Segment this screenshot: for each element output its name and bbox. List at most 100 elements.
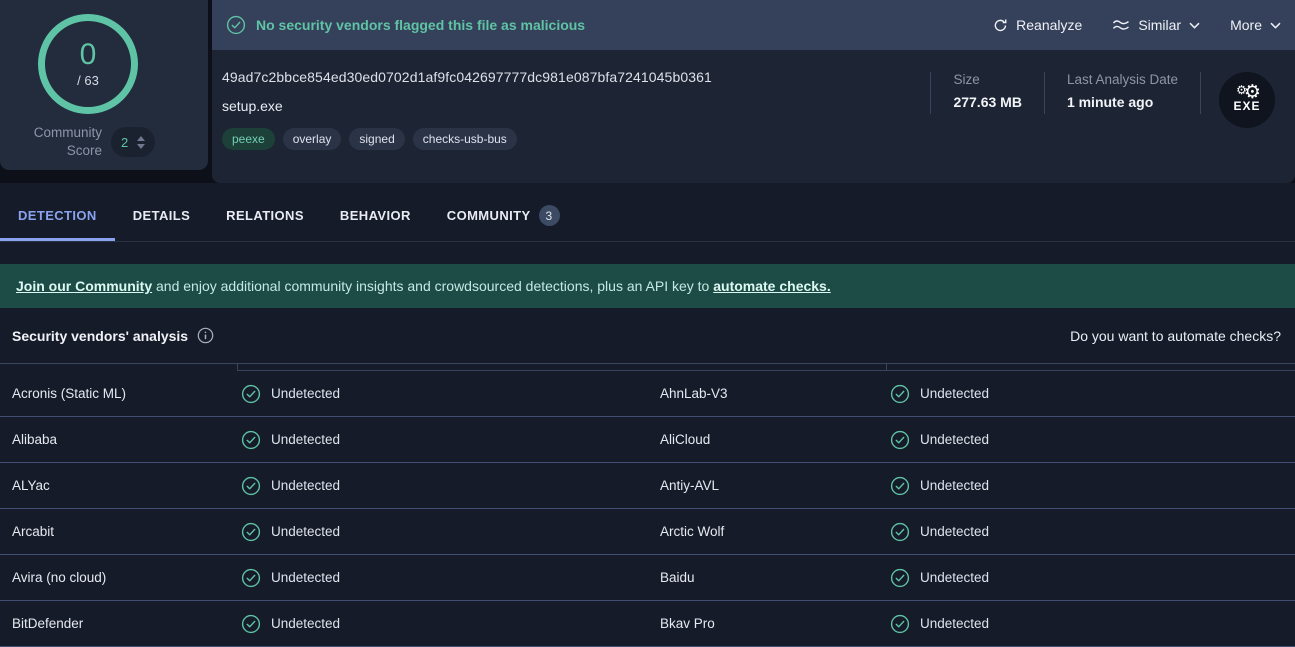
gears-icon: ⚙⚙ [1236,87,1258,98]
tag-overlay[interactable]: overlay [283,128,342,150]
vendor-status: Undetected [886,384,1295,404]
vendor-name: Baidu [648,570,886,585]
community-vote-widget[interactable]: 2 [111,127,155,157]
tag-signed[interactable]: signed [349,128,404,150]
vendor-name: Acronis (Static ML) [0,386,237,401]
check-circle-icon [890,568,910,588]
check-circle-icon [241,522,261,542]
more-label: More [1230,17,1262,33]
last-analysis-label: Last Analysis Date [1067,72,1178,87]
check-circle-icon [890,384,910,404]
table-row: Avira (no cloud) Undetected Baidu Undete… [0,555,1295,601]
vote-count: 2 [121,135,128,150]
last-analysis-value: 1 minute ago [1067,94,1178,110]
file-name: setup.exe [222,98,930,114]
table-row: ALYac Undetected Antiy-AVL Undetected [0,463,1295,509]
file-stats: Size 277.63 MB Last Analysis Date 1 minu… [930,50,1295,183]
analysis-title: Security vendors' analysis [12,328,188,344]
size-stat: Size 277.63 MB [931,72,1043,110]
tab-relations[interactable]: RELATIONS [208,190,322,241]
status-text: Undetected [920,616,989,631]
vendor-status: Undetected [886,476,1295,496]
status-text: Undetected [271,570,340,585]
status-text: Undetected [271,386,340,401]
tab-label: DETECTION [18,208,97,223]
automate-checks-link[interactable]: automate checks. [713,278,831,294]
banner-message: No security vendors flagged this file as… [256,17,585,33]
status-text: Undetected [920,386,989,401]
check-circle-icon [241,430,261,450]
community-banner-text: and enjoy additional community insights … [152,278,713,294]
tab-label: DETAILS [133,208,190,223]
engines-total: / 63 [77,73,99,88]
report-header: 0 / 63 Community Score 2 No sec [0,0,1295,183]
vendor-name: Alibaba [0,432,237,447]
file-hash: 49ad7c2bbce854ed30ed0702d1af9fc042697777… [222,69,930,85]
check-circle-icon [890,522,910,542]
tab-behavior[interactable]: BEHAVIOR [322,190,429,241]
vendor-status: Undetected [237,614,648,634]
tag-checks-usb-bus[interactable]: checks-usb-bus [413,128,517,150]
tab-community[interactable]: COMMUNITY 3 [429,190,578,241]
tab-details[interactable]: DETAILS [115,190,208,241]
last-analysis-stat: Last Analysis Date 1 minute ago [1045,72,1200,110]
status-text: Undetected [271,478,340,493]
community-score-label: Community Score [22,124,102,160]
status-text: Undetected [271,616,340,631]
vote-up-icon[interactable] [137,136,145,141]
community-score-card: 0 / 63 Community Score 2 [0,0,208,170]
vendor-status: Undetected [886,430,1295,450]
vendor-name: Arcabit [0,524,237,539]
tab-label: BEHAVIOR [340,208,411,223]
similar-icon [1112,19,1130,31]
check-circle-icon [241,476,261,496]
similar-label: Similar [1138,17,1181,33]
check-circle-icon [890,614,910,634]
tag-peexe[interactable]: peexe [222,128,275,150]
header-right-column: No security vendors flagged this file as… [212,0,1295,183]
vendor-status: Undetected [886,568,1295,588]
more-button[interactable]: More [1230,17,1281,33]
vendor-table: Acronis (Static ML) Undetected AhnLab-V3… [0,371,1295,647]
similar-button[interactable]: Similar [1112,17,1200,33]
vendor-name: Avira (no cloud) [0,570,237,585]
table-top-border [237,370,1295,371]
file-type-label: EXE [1233,99,1260,113]
tab-bar: DETECTION DETAILS RELATIONS BEHAVIOR COM… [0,190,1295,242]
vendor-name: BitDefender [0,616,237,631]
automate-checks-prompt: Do you want to automate checks? [1070,328,1283,344]
community-count-badge: 3 [539,205,560,226]
tab-label: COMMUNITY [447,208,531,223]
vendor-name: Antiy-AVL [648,478,886,493]
analysis-header: Security vendors' analysis Do you want t… [0,308,1295,364]
vendor-status: Undetected [237,430,648,450]
info-icon[interactable] [197,327,214,344]
check-circle-icon [890,430,910,450]
vendor-status: Undetected [237,568,648,588]
status-text: Undetected [920,570,989,585]
status-text: Undetected [920,478,989,493]
check-circle-icon [241,384,261,404]
status-text: Undetected [920,524,989,539]
file-summary-card: 49ad7c2bbce854ed30ed0702d1af9fc042697777… [212,50,1295,183]
vendor-name: Arctic Wolf [648,524,886,539]
chevron-down-icon [1189,22,1200,29]
table-row: Acronis (Static ML) Undetected AhnLab-V3… [0,371,1295,417]
vendor-status: Undetected [237,384,648,404]
chevron-down-icon [1270,22,1281,29]
table-top-strip [0,364,1295,371]
status-text: Undetected [271,432,340,447]
file-type-icon: ⚙⚙ EXE [1219,72,1275,128]
vendor-status: Undetected [237,476,648,496]
divider [1200,72,1201,114]
status-text: Undetected [271,524,340,539]
table-row: Arcabit Undetected Arctic Wolf Undetecte… [0,509,1295,555]
vote-down-icon[interactable] [137,144,145,149]
table-row: BitDefender Undetected Bkav Pro Undetect… [0,601,1295,647]
reanalyze-icon [993,18,1008,33]
check-circle-icon [890,476,910,496]
tab-detection[interactable]: DETECTION [0,190,115,241]
reanalyze-button[interactable]: Reanalyze [993,17,1082,33]
size-label: Size [953,72,1021,87]
join-community-link[interactable]: Join our Community [16,278,152,294]
